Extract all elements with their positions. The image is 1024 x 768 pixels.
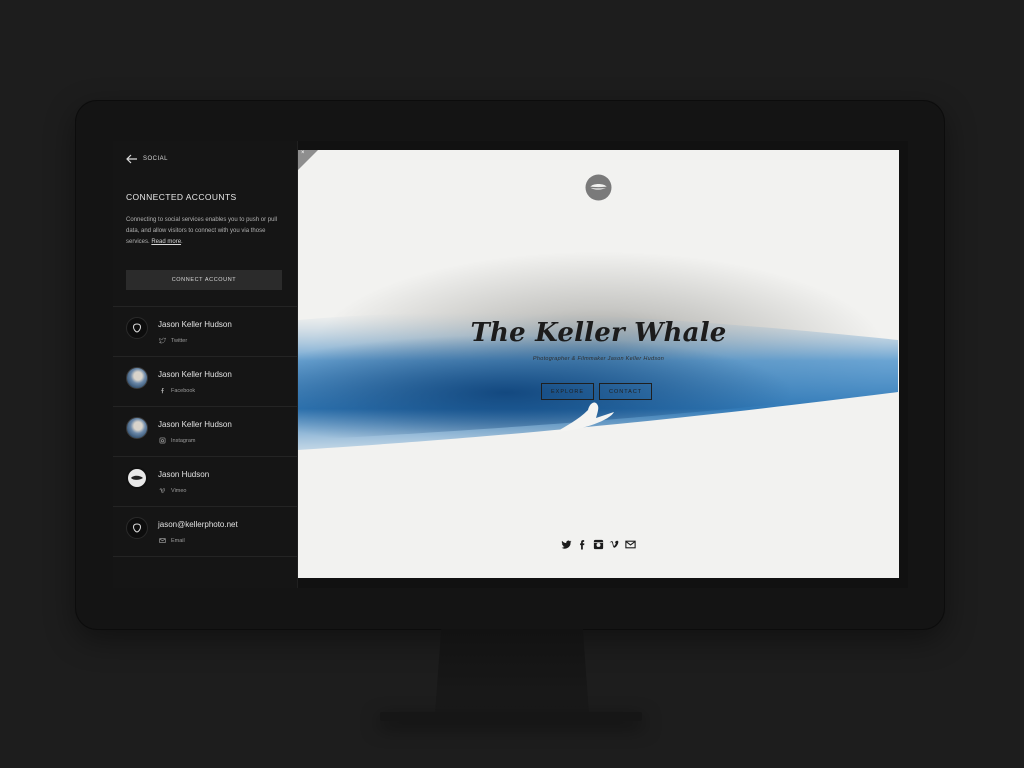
account-service: Twitter: [159, 337, 187, 344]
avatar: [126, 417, 148, 439]
arrow-left-icon: [126, 154, 137, 164]
whale-logo-icon[interactable]: [585, 174, 612, 201]
back-label: SOCIAL: [143, 156, 169, 162]
vimeo-icon[interactable]: [609, 539, 620, 550]
twitter-icon[interactable]: [561, 539, 572, 550]
whale-logo-icon: [131, 475, 143, 480]
account-service: Vimeo: [159, 487, 187, 494]
site-title: The Keller Whale: [470, 318, 727, 348]
read-more-link[interactable]: Read more: [151, 239, 181, 245]
explore-button[interactable]: EXPLORE: [541, 383, 594, 400]
description: Connecting to social services enables yo…: [126, 217, 278, 245]
avatar: [126, 467, 148, 489]
avatar: [126, 317, 148, 339]
account-service: Email: [159, 537, 185, 544]
service-label: Email: [171, 537, 185, 544]
description-text: Connecting to social services enables yo…: [126, 217, 278, 245]
twitter-icon: [159, 337, 166, 344]
avatar: [126, 517, 148, 539]
close-icon: ×: [301, 150, 305, 156]
account-item-instagram[interactable]: Jason Keller Hudson Instagram: [113, 406, 297, 456]
account-name: Jason Keller Hudson: [158, 420, 232, 429]
account-name: Jason Keller Hudson: [158, 370, 232, 379]
account-item-twitter[interactable]: Jason Keller Hudson Twitter: [113, 306, 297, 356]
instagram-icon[interactable]: [593, 539, 604, 550]
site-subtitle: Photographer & Filmmaker Jason Keller Hu…: [532, 356, 665, 362]
contact-button[interactable]: CONTACT: [598, 383, 653, 400]
email-icon[interactable]: [625, 539, 636, 550]
monitor-base: [380, 712, 642, 721]
monitor-neck: [435, 629, 589, 713]
section-title: CONNECTED ACCOUNTS: [126, 192, 237, 202]
vimeo-icon: [159, 488, 165, 494]
account-service: Instagram: [159, 437, 195, 444]
account-name: jason@kellerphoto.net: [158, 520, 238, 529]
social-links: [561, 539, 636, 550]
screen: SOCIAL CONNECTED ACCOUNTS Connecting to …: [113, 141, 908, 588]
service-label: Instagram: [171, 437, 196, 444]
account-item-email[interactable]: jason@kellerphoto.net Email: [113, 506, 297, 557]
service-label: Twitter: [171, 337, 188, 344]
service-label: Vimeo: [171, 487, 187, 494]
facebook-icon[interactable]: [577, 539, 588, 550]
instagram-icon: [159, 437, 166, 444]
account-name: Jason Hudson: [158, 470, 210, 479]
hero-buttons: EXPLORE CONTACT: [541, 383, 653, 400]
sidebar: SOCIAL CONNECTED ACCOUNTS Connecting to …: [113, 141, 298, 588]
shield-logo-icon: [132, 523, 142, 533]
facebook-icon: [161, 388, 164, 394]
account-item-vimeo[interactable]: Jason Hudson Vimeo: [113, 456, 297, 506]
back-button[interactable]: SOCIAL: [126, 154, 168, 164]
avatar: [126, 367, 148, 389]
account-list: Jason Keller Hudson Twitter Jason Keller…: [113, 306, 297, 557]
email-icon: [159, 538, 166, 543]
site-preview: × The Keller Whale Photographer & Filmma…: [298, 150, 899, 578]
service-label: Facebook: [171, 387, 196, 394]
shield-logo-icon: [132, 323, 142, 333]
connect-account-button[interactable]: CONNECT ACCOUNT: [126, 270, 282, 290]
account-service: Facebook: [159, 387, 195, 394]
account-name: Jason Keller Hudson: [158, 320, 232, 329]
account-item-facebook[interactable]: Jason Keller Hudson Facebook: [113, 356, 297, 406]
